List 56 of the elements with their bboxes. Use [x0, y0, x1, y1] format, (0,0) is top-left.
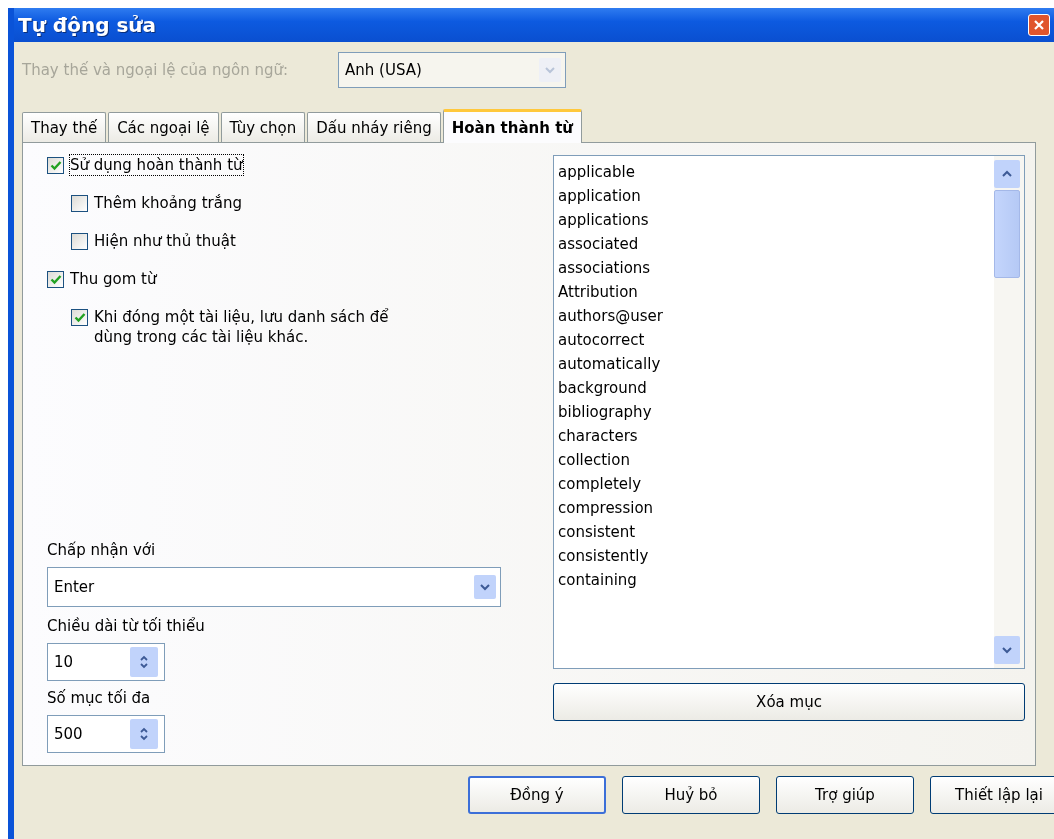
chevron-down-icon	[1002, 646, 1012, 654]
list-item[interactable]: Attribution	[558, 280, 990, 304]
scroll-thumb[interactable]	[994, 190, 1020, 278]
list-item[interactable]: associated	[558, 232, 990, 256]
list-item[interactable]: authors@user	[558, 304, 990, 328]
tab[interactable]: Các ngoại lệ	[108, 112, 219, 142]
tab[interactable]: Tùy chọn	[220, 112, 306, 142]
max-entries-label: Số mục tối đa	[47, 689, 151, 707]
min-length-spinner[interactable]: 10	[47, 643, 165, 681]
list-item[interactable]: application	[558, 184, 990, 208]
accept-dropdown[interactable]: Enter	[47, 567, 501, 607]
list-item[interactable]: containing	[558, 568, 990, 592]
checkbox-label: Thêm khoảng trắng	[94, 193, 242, 213]
checkbox-label: Khi đóng một tài liệu, lưu danh sách để dùng trong các tài liệu khác.	[94, 307, 390, 347]
tab[interactable]: Hoàn thành từ	[442, 109, 582, 143]
list-item[interactable]: background	[558, 376, 990, 400]
chevron-up-icon	[1002, 170, 1012, 178]
clear-entries-button[interactable]: Xóa mục	[553, 683, 1025, 721]
list-item[interactable]: completely	[558, 472, 990, 496]
checkbox-label: Thu gom từ	[70, 269, 157, 289]
list-item[interactable]: associations	[558, 256, 990, 280]
dialog-button[interactable]: Thiết lập lại	[930, 776, 1054, 814]
close-icon	[1032, 18, 1046, 32]
checkbox[interactable]	[47, 157, 64, 174]
dialog-button[interactable]: Huỷ bỏ	[622, 776, 760, 814]
list-item[interactable]: consistently	[558, 544, 990, 568]
accept-label: Chấp nhận với	[47, 541, 156, 559]
chevron-down-icon	[480, 583, 490, 591]
language-label: Thay thế và ngoại lệ của ngôn ngữ:	[22, 61, 288, 79]
tab[interactable]: Dấu nháy riêng	[307, 112, 441, 142]
scrollbar[interactable]	[994, 156, 1024, 668]
checkbox[interactable]	[71, 233, 88, 250]
checkbox-label: Sử dụng hoàn thành từ	[70, 155, 243, 175]
dialog-button[interactable]: Đồng ý	[468, 776, 606, 814]
up-down-arrows-icon	[139, 655, 149, 669]
up-down-arrows-icon	[139, 727, 149, 741]
checkbox[interactable]	[47, 271, 64, 288]
chevron-down-icon	[545, 66, 555, 74]
list-item[interactable]: consistent	[558, 520, 990, 544]
dialog-button[interactable]: Trợ giúp	[776, 776, 914, 814]
list-item[interactable]: autocorrect	[558, 328, 990, 352]
list-item[interactable]: automatically	[558, 352, 990, 376]
checkbox[interactable]	[71, 195, 88, 212]
max-entries-spinner[interactable]: 500	[47, 715, 165, 753]
list-item[interactable]: bibliography	[558, 400, 990, 424]
window-title: Tự động sửa	[18, 13, 157, 37]
min-length-label: Chiều dài từ tối thiểu	[47, 617, 205, 635]
list-item[interactable]: compression	[558, 496, 990, 520]
checkbox-label: Hiện như thủ thuật	[94, 231, 236, 251]
close-button[interactable]	[1028, 14, 1050, 36]
list-item[interactable]: applicable	[558, 160, 990, 184]
list-item[interactable]: characters	[558, 424, 990, 448]
tab[interactable]: Thay thế	[22, 112, 107, 142]
list-item[interactable]: applications	[558, 208, 990, 232]
list-item[interactable]: collection	[558, 448, 990, 472]
checkbox[interactable]	[71, 309, 88, 326]
